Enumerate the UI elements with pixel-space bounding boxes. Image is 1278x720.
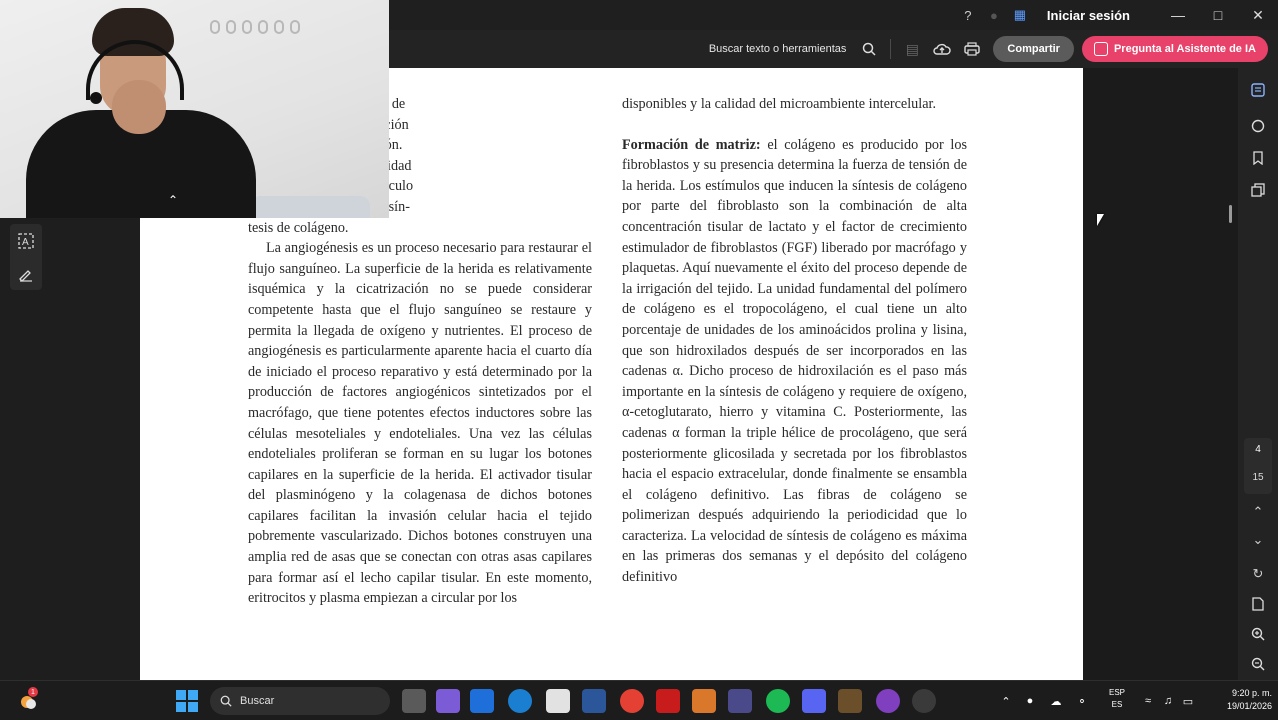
page-up-icon[interactable]: ⌃ bbox=[1246, 500, 1270, 524]
close-icon[interactable]: ✕ bbox=[1238, 0, 1278, 30]
toolbar-right: Buscar texto o herramientas ▤ Compartir … bbox=[709, 30, 1268, 68]
task-view-icon[interactable] bbox=[402, 689, 426, 713]
bookmark-icon[interactable] bbox=[1246, 146, 1270, 170]
language-indicator[interactable]: ESP ES bbox=[1104, 687, 1130, 711]
ai-assistant-label: Pregunta al Asistente de IA bbox=[1113, 43, 1256, 55]
total-page-count: 15 bbox=[1252, 472, 1264, 483]
keyboard-layout: ES bbox=[1111, 700, 1123, 709]
rotate-icon[interactable]: ↻ bbox=[1246, 562, 1270, 586]
store-icon[interactable] bbox=[546, 689, 570, 713]
ai-assistant-button[interactable]: Pregunta al Asistente de IA bbox=[1081, 36, 1268, 62]
taskbar: 1 Buscar ⌃ ● ☁ ⚬ ESP ES ≈ ♫ ▭ 9:20 p. m.… bbox=[0, 680, 1278, 720]
svg-text:A: A bbox=[22, 237, 29, 248]
title-bar-right: ? ● ▦ Iniciar sesión — □ ✕ bbox=[955, 0, 1278, 30]
app-icon-purple[interactable] bbox=[876, 689, 900, 713]
angiogenesis-paragraph: La angiogénesis es un proceso necesario … bbox=[248, 240, 592, 607]
apps-icon[interactable]: ▦ bbox=[1007, 0, 1033, 30]
ai-summary-icon[interactable] bbox=[1246, 78, 1270, 102]
taskbar-search[interactable]: Buscar bbox=[210, 687, 390, 715]
chrome-icon[interactable] bbox=[620, 689, 644, 713]
widgets-icon[interactable] bbox=[470, 689, 494, 713]
app-icon-orange[interactable] bbox=[692, 689, 716, 713]
text-line: tesis de colágeno. bbox=[248, 219, 349, 236]
language-code: ESP bbox=[1108, 688, 1125, 697]
matrix-heading: Formación de matriz: bbox=[622, 136, 761, 153]
print-icon[interactable] bbox=[957, 34, 987, 64]
app-icon-dark[interactable] bbox=[912, 689, 936, 713]
weather-badge: 1 bbox=[28, 687, 38, 697]
scrollbar-thumb[interactable] bbox=[1229, 205, 1232, 223]
copy-pages-icon[interactable] bbox=[1246, 178, 1270, 202]
document-margin-area bbox=[1083, 68, 1238, 680]
spotify-icon[interactable] bbox=[766, 689, 790, 713]
current-page-number[interactable]: 4 bbox=[1244, 444, 1272, 455]
page-indicator[interactable]: 4 15 bbox=[1244, 438, 1272, 494]
maximize-icon[interactable]: □ bbox=[1198, 0, 1238, 30]
clock-date: 19/01/2026 bbox=[1226, 701, 1272, 711]
signin-button[interactable]: Iniciar sesión bbox=[1047, 8, 1130, 23]
upload-cloud-icon[interactable] bbox=[927, 34, 957, 64]
acrobat-icon[interactable] bbox=[656, 689, 680, 713]
bell-icon[interactable]: ● bbox=[981, 0, 1007, 30]
zoom-out-icon[interactable] bbox=[1246, 652, 1270, 676]
intro-paragraph: disponibles y la calidad del microambien… bbox=[622, 96, 936, 112]
fill-sign-icon[interactable] bbox=[10, 257, 42, 290]
right-text-column: disponibles y la calidad del microambien… bbox=[622, 94, 967, 588]
share-button[interactable]: Compartir bbox=[993, 36, 1074, 62]
copilot-icon[interactable] bbox=[436, 689, 460, 713]
tray-cloud-icon[interactable]: ☁ bbox=[1044, 689, 1068, 713]
tray-app-icon[interactable]: ● bbox=[1018, 689, 1042, 713]
text-recognition-icon[interactable]: A bbox=[10, 224, 42, 257]
clock-time: 9:20 p. m. bbox=[1231, 688, 1272, 698]
left-tool-group: A bbox=[10, 224, 42, 290]
microphone-tray-icon[interactable]: ⚬ bbox=[1070, 689, 1094, 713]
gamepad-icon[interactable] bbox=[728, 689, 752, 713]
search-tools-label[interactable]: Buscar texto o herramientas bbox=[709, 43, 847, 55]
save-icon[interactable]: ▤ bbox=[897, 34, 927, 64]
taskbar-search-label: Buscar bbox=[240, 695, 275, 707]
right-tool-rail: 4 15 ⌃ ⌄ ↻ bbox=[1238, 68, 1278, 680]
matrix-paragraph: Formación de matriz: el colágeno es prod… bbox=[622, 135, 967, 588]
ai-assistant-icon bbox=[1093, 42, 1108, 56]
zoom-in-icon[interactable] bbox=[1246, 622, 1270, 646]
toolbar-separator bbox=[890, 39, 892, 59]
discord-icon[interactable] bbox=[802, 689, 826, 713]
minimize-icon[interactable]: — bbox=[1158, 0, 1198, 30]
wall-hooks bbox=[210, 20, 300, 34]
webcam-person-hand bbox=[112, 80, 166, 134]
windows-start-icon[interactable] bbox=[176, 690, 198, 712]
comment-icon[interactable] bbox=[1246, 114, 1270, 138]
document-icon[interactable] bbox=[1246, 592, 1270, 616]
word-icon[interactable] bbox=[582, 689, 606, 713]
clock[interactable]: 9:20 p. m. 19/01/2026 bbox=[1196, 687, 1272, 713]
search-icon bbox=[220, 695, 232, 707]
help-icon[interactable]: ? bbox=[955, 0, 981, 30]
mouse-cursor-icon bbox=[1097, 214, 1104, 226]
webcam-pillow bbox=[250, 196, 370, 218]
edge-browser-icon[interactable] bbox=[508, 689, 532, 713]
webcam-overlay: ⌃ bbox=[0, 0, 389, 218]
tray-chevron-up-icon[interactable]: ⌃ bbox=[994, 689, 1018, 713]
page-down-icon[interactable]: ⌄ bbox=[1246, 528, 1270, 552]
chevron-up-icon[interactable]: ⌃ bbox=[168, 193, 178, 207]
matrix-body: el colágeno es producido por los fibrobl… bbox=[622, 136, 967, 586]
search-icon[interactable] bbox=[854, 34, 884, 64]
app-icon-brown[interactable] bbox=[838, 689, 862, 713]
microphone-icon bbox=[90, 92, 102, 104]
